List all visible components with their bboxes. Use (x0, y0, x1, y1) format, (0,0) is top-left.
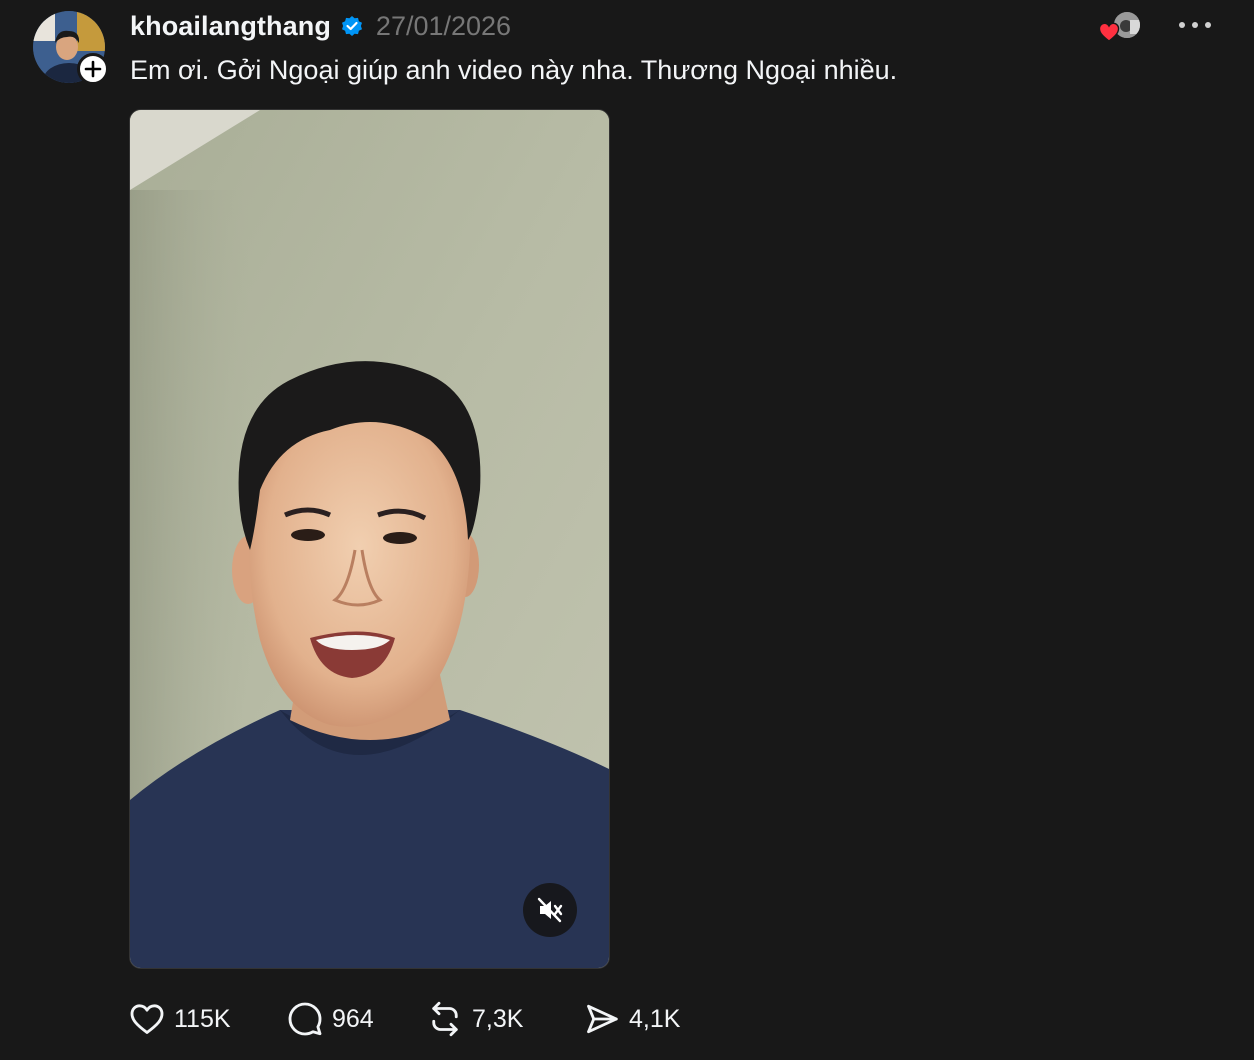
repost-button[interactable]: 7,3K (426, 998, 583, 1040)
more-icon (1179, 22, 1211, 28)
comment-bubble-icon (286, 1000, 324, 1038)
like-button[interactable]: 115K (128, 998, 286, 1040)
mute-toggle-button[interactable] (523, 883, 577, 937)
heart-icon (1098, 22, 1120, 42)
heart-outline-icon (128, 1000, 166, 1038)
reply-count: 964 (332, 1004, 374, 1033)
reactors-indicator[interactable] (1098, 10, 1144, 42)
username-link[interactable]: khoailangthang (130, 11, 331, 42)
threads-post: khoailangthang 27/01/2026 Em ơi. Gởi Ngo… (0, 0, 1254, 1060)
repost-icon (426, 1000, 464, 1038)
reply-button[interactable]: 964 (286, 998, 426, 1040)
video-frame (130, 110, 609, 968)
post-actions: 115K 964 7,3K 4,1K (128, 998, 703, 1040)
share-count: 4,1K (629, 1004, 681, 1033)
verified-badge-icon (340, 14, 364, 38)
post-caption: Em ơi. Gởi Ngoại giúp anh video này nha.… (130, 55, 898, 85)
repost-count: 7,3K (472, 1004, 524, 1033)
video-player[interactable] (129, 109, 610, 969)
post-header: khoailangthang 27/01/2026 (130, 6, 511, 46)
author-avatar-group[interactable] (33, 11, 109, 85)
more-options-button[interactable] (1170, 8, 1220, 42)
like-count: 115K (174, 1004, 231, 1033)
post-timestamp[interactable]: 27/01/2026 (376, 11, 511, 42)
follow-button[interactable] (77, 53, 109, 85)
plus-icon (84, 60, 102, 78)
send-icon (583, 1000, 621, 1038)
muted-speaker-icon (537, 897, 563, 923)
share-button[interactable]: 4,1K (583, 998, 703, 1040)
